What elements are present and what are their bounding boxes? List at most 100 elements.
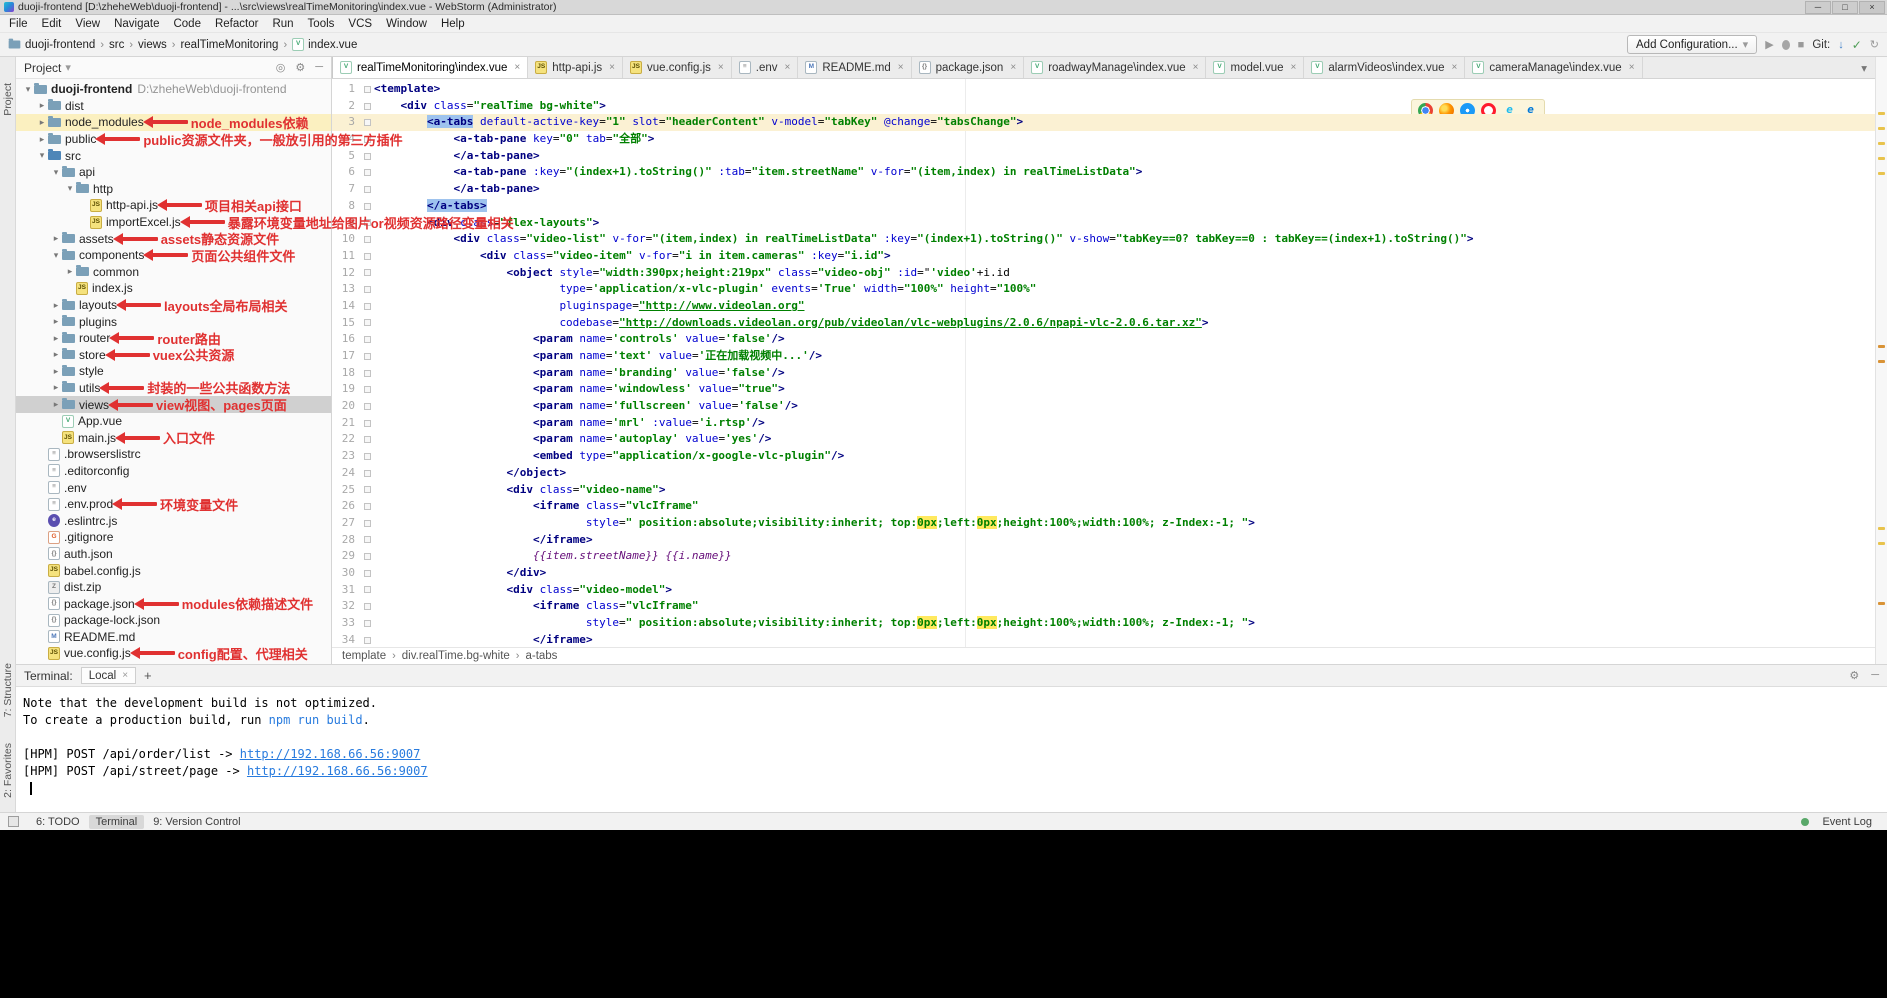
code-line-23[interactable]: 23 <embed type="application/x-google-vlc… [332, 448, 1875, 465]
tree-item-dist.zip[interactable]: Zdist.zip [16, 579, 331, 596]
editor-tab-vue.config.js[interactable]: JSvue.config.js× [623, 57, 732, 78]
fold-marker-icon[interactable] [360, 114, 374, 131]
git-update-icon[interactable]: ↓ [1838, 39, 1844, 51]
menu-code[interactable]: Code [166, 18, 208, 30]
tab-overflow-icon[interactable]: ▾ [1853, 57, 1875, 78]
code-line-2[interactable]: 2 <div class="realTime bg-white"> [332, 98, 1875, 115]
fold-marker-icon[interactable] [360, 281, 374, 298]
tree-item-README.md[interactable]: MREADME.md [16, 629, 331, 646]
tree-item-http[interactable]: ▾http [16, 181, 331, 198]
fold-marker-icon[interactable] [360, 81, 374, 98]
tree-item-views[interactable]: ▸viewsview视图、pages页面 [16, 396, 331, 413]
tree-twisty-icon[interactable]: ▸ [50, 399, 62, 410]
menu-vcs[interactable]: VCS [341, 18, 379, 30]
code-line-5[interactable]: 5 </a-tab-pane> [332, 148, 1875, 165]
menu-view[interactable]: View [68, 18, 107, 30]
editor-tab-model.vue[interactable]: Vmodel.vue× [1206, 57, 1304, 78]
close-icon[interactable]: × [609, 62, 615, 73]
code-line-16[interactable]: 16 <param name='controls' value='false'/… [332, 331, 1875, 348]
code-line-4[interactable]: 4 <a-tab-pane key="0" tab="全部"> [332, 131, 1875, 148]
menu-run[interactable]: Run [265, 18, 300, 30]
tree-item-package-lock.json[interactable]: {}package-lock.json [16, 612, 331, 629]
toolwindow-favorites-button[interactable]: 2: Favorites [2, 743, 14, 798]
tree-item-store[interactable]: ▸storevuex公共资源 [16, 347, 331, 364]
code-line-13[interactable]: 13 type='application/x-vlc-plugin' event… [332, 281, 1875, 298]
editor-breadcrumb-a-tabs[interactable]: a-tabs [525, 650, 557, 662]
fold-marker-icon[interactable] [360, 365, 374, 382]
statusbar-terminal[interactable]: Terminal [89, 815, 145, 829]
editor-tab-alarmVideos-index.vue[interactable]: ValarmVideos\index.vue× [1304, 57, 1465, 78]
tree-twisty-icon[interactable]: ▾ [36, 150, 48, 161]
tree-twisty-icon[interactable]: ▸ [50, 366, 62, 377]
code-line-6[interactable]: 6 <a-tab-pane :key="(index+1).toString()… [332, 164, 1875, 181]
tree-item-main.js[interactable]: JSmain.js入口文件 [16, 429, 331, 446]
tree-item-.editorconfig[interactable]: ≡.editorconfig [16, 463, 331, 480]
stripe-mark[interactable] [1878, 602, 1885, 605]
breadcrumb-views[interactable]: views [138, 39, 167, 51]
fold-marker-icon[interactable] [360, 348, 374, 365]
fold-marker-icon[interactable] [360, 415, 374, 432]
tree-twisty-icon[interactable]: ▾ [50, 167, 62, 178]
tree-item-dist[interactable]: ▸dist [16, 98, 331, 115]
fold-marker-icon[interactable] [360, 615, 374, 632]
menu-navigate[interactable]: Navigate [107, 18, 166, 30]
tree-item-style[interactable]: ▸style [16, 363, 331, 380]
tree-item-duoji-frontend[interactable]: ▾duoji-frontend D:\zheheWeb\duoji-fronte… [16, 81, 331, 98]
code-line-18[interactable]: 18 <param name='branding' value='false'/… [332, 365, 1875, 382]
chevron-down-icon[interactable]: ▾ [65, 61, 71, 74]
fold-marker-icon[interactable] [360, 548, 374, 565]
terminal-tab-local[interactable]: Local × [81, 667, 136, 684]
editor-tab-.env[interactable]: ≡.env× [732, 57, 799, 78]
code-line-8[interactable]: 8 </a-tabs> [332, 198, 1875, 215]
close-icon[interactable]: × [122, 670, 128, 681]
code-line-3[interactable]: 3 <a-tabs default-active-key="1" slot="h… [332, 114, 1875, 131]
fold-marker-icon[interactable] [360, 582, 374, 599]
menu-tools[interactable]: Tools [301, 18, 342, 30]
tree-item-importExcel.js[interactable]: JSimportExcel.js暴露环境变量地址给图片or视频资源路径变量相关 [16, 214, 331, 231]
tree-twisty-icon[interactable]: ▾ [64, 183, 76, 194]
stripe-mark[interactable] [1878, 127, 1885, 130]
tree-item-vue.config.js[interactable]: JSvue.config.jsconfig配置、代理相关 [16, 645, 331, 662]
breadcrumb-duoji-frontend[interactable]: duoji-frontend [8, 39, 95, 51]
tree-item-index.js[interactable]: JSindex.js [16, 280, 331, 297]
breadcrumb-index.vue[interactable]: Vindex.vue [292, 38, 357, 51]
editor-breadcrumb-div.realTime.bg-white[interactable]: div.realTime.bg-white [402, 650, 510, 662]
tree-item-.env.prod[interactable]: ≡.env.prod环境变量文件 [16, 496, 331, 513]
tree-item-node_modules[interactable]: ▸node_modulesnode_modules依赖 [16, 114, 331, 131]
fold-marker-icon[interactable] [360, 448, 374, 465]
editor-tab-http-api.js[interactable]: JShttp-api.js× [528, 57, 623, 78]
menu-file[interactable]: File [2, 18, 35, 30]
code-line-20[interactable]: 20 <param name='fullscreen' value='false… [332, 398, 1875, 415]
fold-marker-icon[interactable] [360, 164, 374, 181]
code-line-30[interactable]: 30 </div> [332, 565, 1875, 582]
stripe-mark[interactable] [1878, 345, 1885, 348]
tree-twisty-icon[interactable]: ▸ [50, 300, 62, 311]
stripe-mark[interactable] [1878, 542, 1885, 545]
code-line-26[interactable]: 26 <iframe class="vlcIframe" [332, 498, 1875, 515]
maximize-button[interactable]: □ [1832, 1, 1858, 14]
fold-marker-icon[interactable] [360, 515, 374, 532]
tree-item-layouts[interactable]: ▸layoutslayouts全局布局相关 [16, 297, 331, 314]
stripe-mark[interactable] [1878, 142, 1885, 145]
editor-tab-README.md[interactable]: MREADME.md× [798, 57, 911, 78]
menu-window[interactable]: Window [379, 18, 434, 30]
close-icon[interactable]: × [514, 62, 520, 73]
code-line-12[interactable]: 12 <object style="width:390px;height:219… [332, 265, 1875, 282]
terminal-link[interactable]: http://192.168.66.56:9007 [247, 764, 428, 778]
toolwindow-switcher-icon[interactable] [8, 816, 19, 827]
code-line-24[interactable]: 24 </object> [332, 465, 1875, 482]
fold-marker-icon[interactable] [360, 265, 374, 282]
tree-item-components[interactable]: ▾components页面公共组件文件 [16, 247, 331, 264]
terminal-link[interactable]: http://192.168.66.56:9007 [240, 747, 421, 761]
tree-item-http-api.js[interactable]: JShttp-api.js项目相关api接口 [16, 197, 331, 214]
tree-item-package.json[interactable]: {}package.jsonmodules依赖描述文件 [16, 595, 331, 612]
tree-item-babel.config.js[interactable]: JSbabel.config.js [16, 562, 331, 579]
terminal-minimize-icon[interactable]: ─ [1871, 669, 1879, 682]
new-terminal-icon[interactable]: + [144, 668, 152, 683]
statusbar-event-log[interactable]: Event Log [1815, 815, 1879, 829]
menu-help[interactable]: Help [434, 18, 472, 30]
fold-marker-icon[interactable] [360, 398, 374, 415]
tree-twisty-icon[interactable]: ▾ [22, 84, 34, 95]
close-icon[interactable]: × [718, 62, 724, 73]
breadcrumb-src[interactable]: src [109, 39, 124, 51]
